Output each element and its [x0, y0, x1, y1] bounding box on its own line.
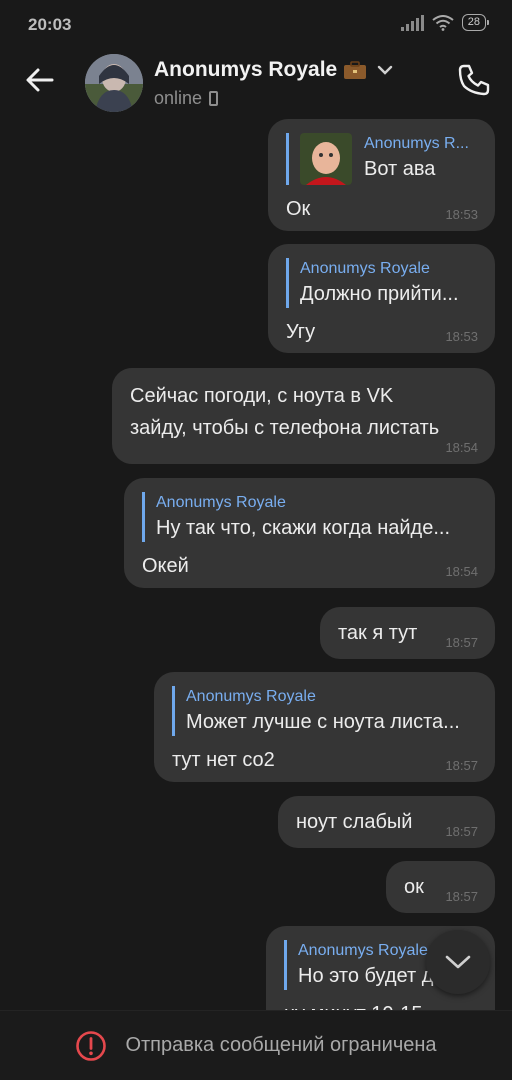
- message-text-line: зайду, чтобы с телефона листать: [130, 417, 440, 439]
- message-bubble[interactable]: Сейчас погоди, с ноута в VK зайду, чтобы…: [112, 368, 495, 464]
- reply-preview-text: Должно прийти...: [300, 283, 459, 305]
- message-text: Окей: [142, 555, 189, 577]
- reply-quote[interactable]: Anonumys R... Вот ава: [286, 133, 477, 185]
- warning-icon: [76, 1030, 107, 1061]
- message-list[interactable]: Anonumys R... Вот ава Ок 18:53 Anonumys …: [0, 0, 512, 1010]
- scroll-to-bottom-button[interactable]: [426, 930, 490, 994]
- back-arrow-icon[interactable]: [24, 64, 56, 96]
- reply-preview-text: Ну так что, скажи когда найде...: [156, 517, 451, 539]
- reply-quote[interactable]: Anonumys Royale Ну так что, скажи когда …: [142, 492, 477, 542]
- message-bubble[interactable]: Anonumys R... Вот ава Ок 18:53: [268, 119, 495, 231]
- presence-status: online: [154, 88, 219, 109]
- chevron-down-icon: [445, 955, 471, 969]
- reply-quote[interactable]: Anonumys Royale Может лучше с ноута лист…: [172, 686, 477, 736]
- avatar[interactable]: [85, 54, 143, 112]
- message-text-line: Сейчас погоди, с ноута в VK: [130, 385, 394, 407]
- message-time: 18:57: [445, 824, 478, 839]
- reply-quote[interactable]: Anonumys Royale Должно прийти...: [286, 258, 477, 308]
- chat-title-text: Anonumys Royale: [154, 58, 338, 81]
- message-bubble[interactable]: Anonumys Royale Ну так что, скажи когда …: [124, 478, 495, 588]
- chat-title[interactable]: Anonumys Royale: [154, 58, 393, 82]
- phone-call-icon[interactable]: [456, 62, 492, 98]
- presence-text: online: [154, 88, 203, 108]
- reply-sender-name: Anonumys Royale: [156, 494, 286, 511]
- message-time: 18:53: [445, 207, 478, 222]
- message-bubble[interactable]: Anonumys Royale Может лучше с ноута лист…: [154, 672, 495, 782]
- reply-preview-text: Вот ава: [364, 158, 436, 180]
- message-text: тут нет со2: [172, 749, 275, 771]
- message-text: ну минут 10-15: [284, 1000, 477, 1010]
- message-time: 18:57: [445, 635, 478, 650]
- reply-sender-name: Anonumys Royale: [300, 260, 430, 277]
- message-time: 18:57: [445, 758, 478, 773]
- restriction-message: Отправка сообщений ограничена: [125, 1034, 437, 1056]
- message-bubble[interactable]: ноут слабый 18:57: [278, 796, 495, 848]
- briefcase-icon: [344, 60, 367, 79]
- message-bubble[interactable]: Anonumys Royale Должно прийти... Угу 18:…: [268, 244, 495, 353]
- message-bubble[interactable]: ок 18:57: [386, 861, 495, 913]
- chevron-down-icon[interactable]: [377, 65, 393, 75]
- reply-sender-name: Anonumys Royale: [186, 688, 316, 705]
- message-time: 18:57: [445, 889, 478, 904]
- reply-thumbnail: [300, 133, 352, 185]
- reply-preview-text: Может лучше с ноута листа...: [186, 711, 460, 733]
- chat-header: Anonumys Royale online: [0, 48, 512, 116]
- message-bubble[interactable]: так я тут 18:57: [320, 607, 495, 659]
- reply-sender-name: Anonumys R...: [364, 135, 469, 152]
- message-time: 18:54: [445, 564, 478, 579]
- message-time: 18:53: [445, 329, 478, 344]
- mobile-device-icon: [209, 91, 219, 106]
- send-restricted-bar: Отправка сообщений ограничена: [0, 1010, 512, 1080]
- message-time: 18:54: [445, 440, 478, 455]
